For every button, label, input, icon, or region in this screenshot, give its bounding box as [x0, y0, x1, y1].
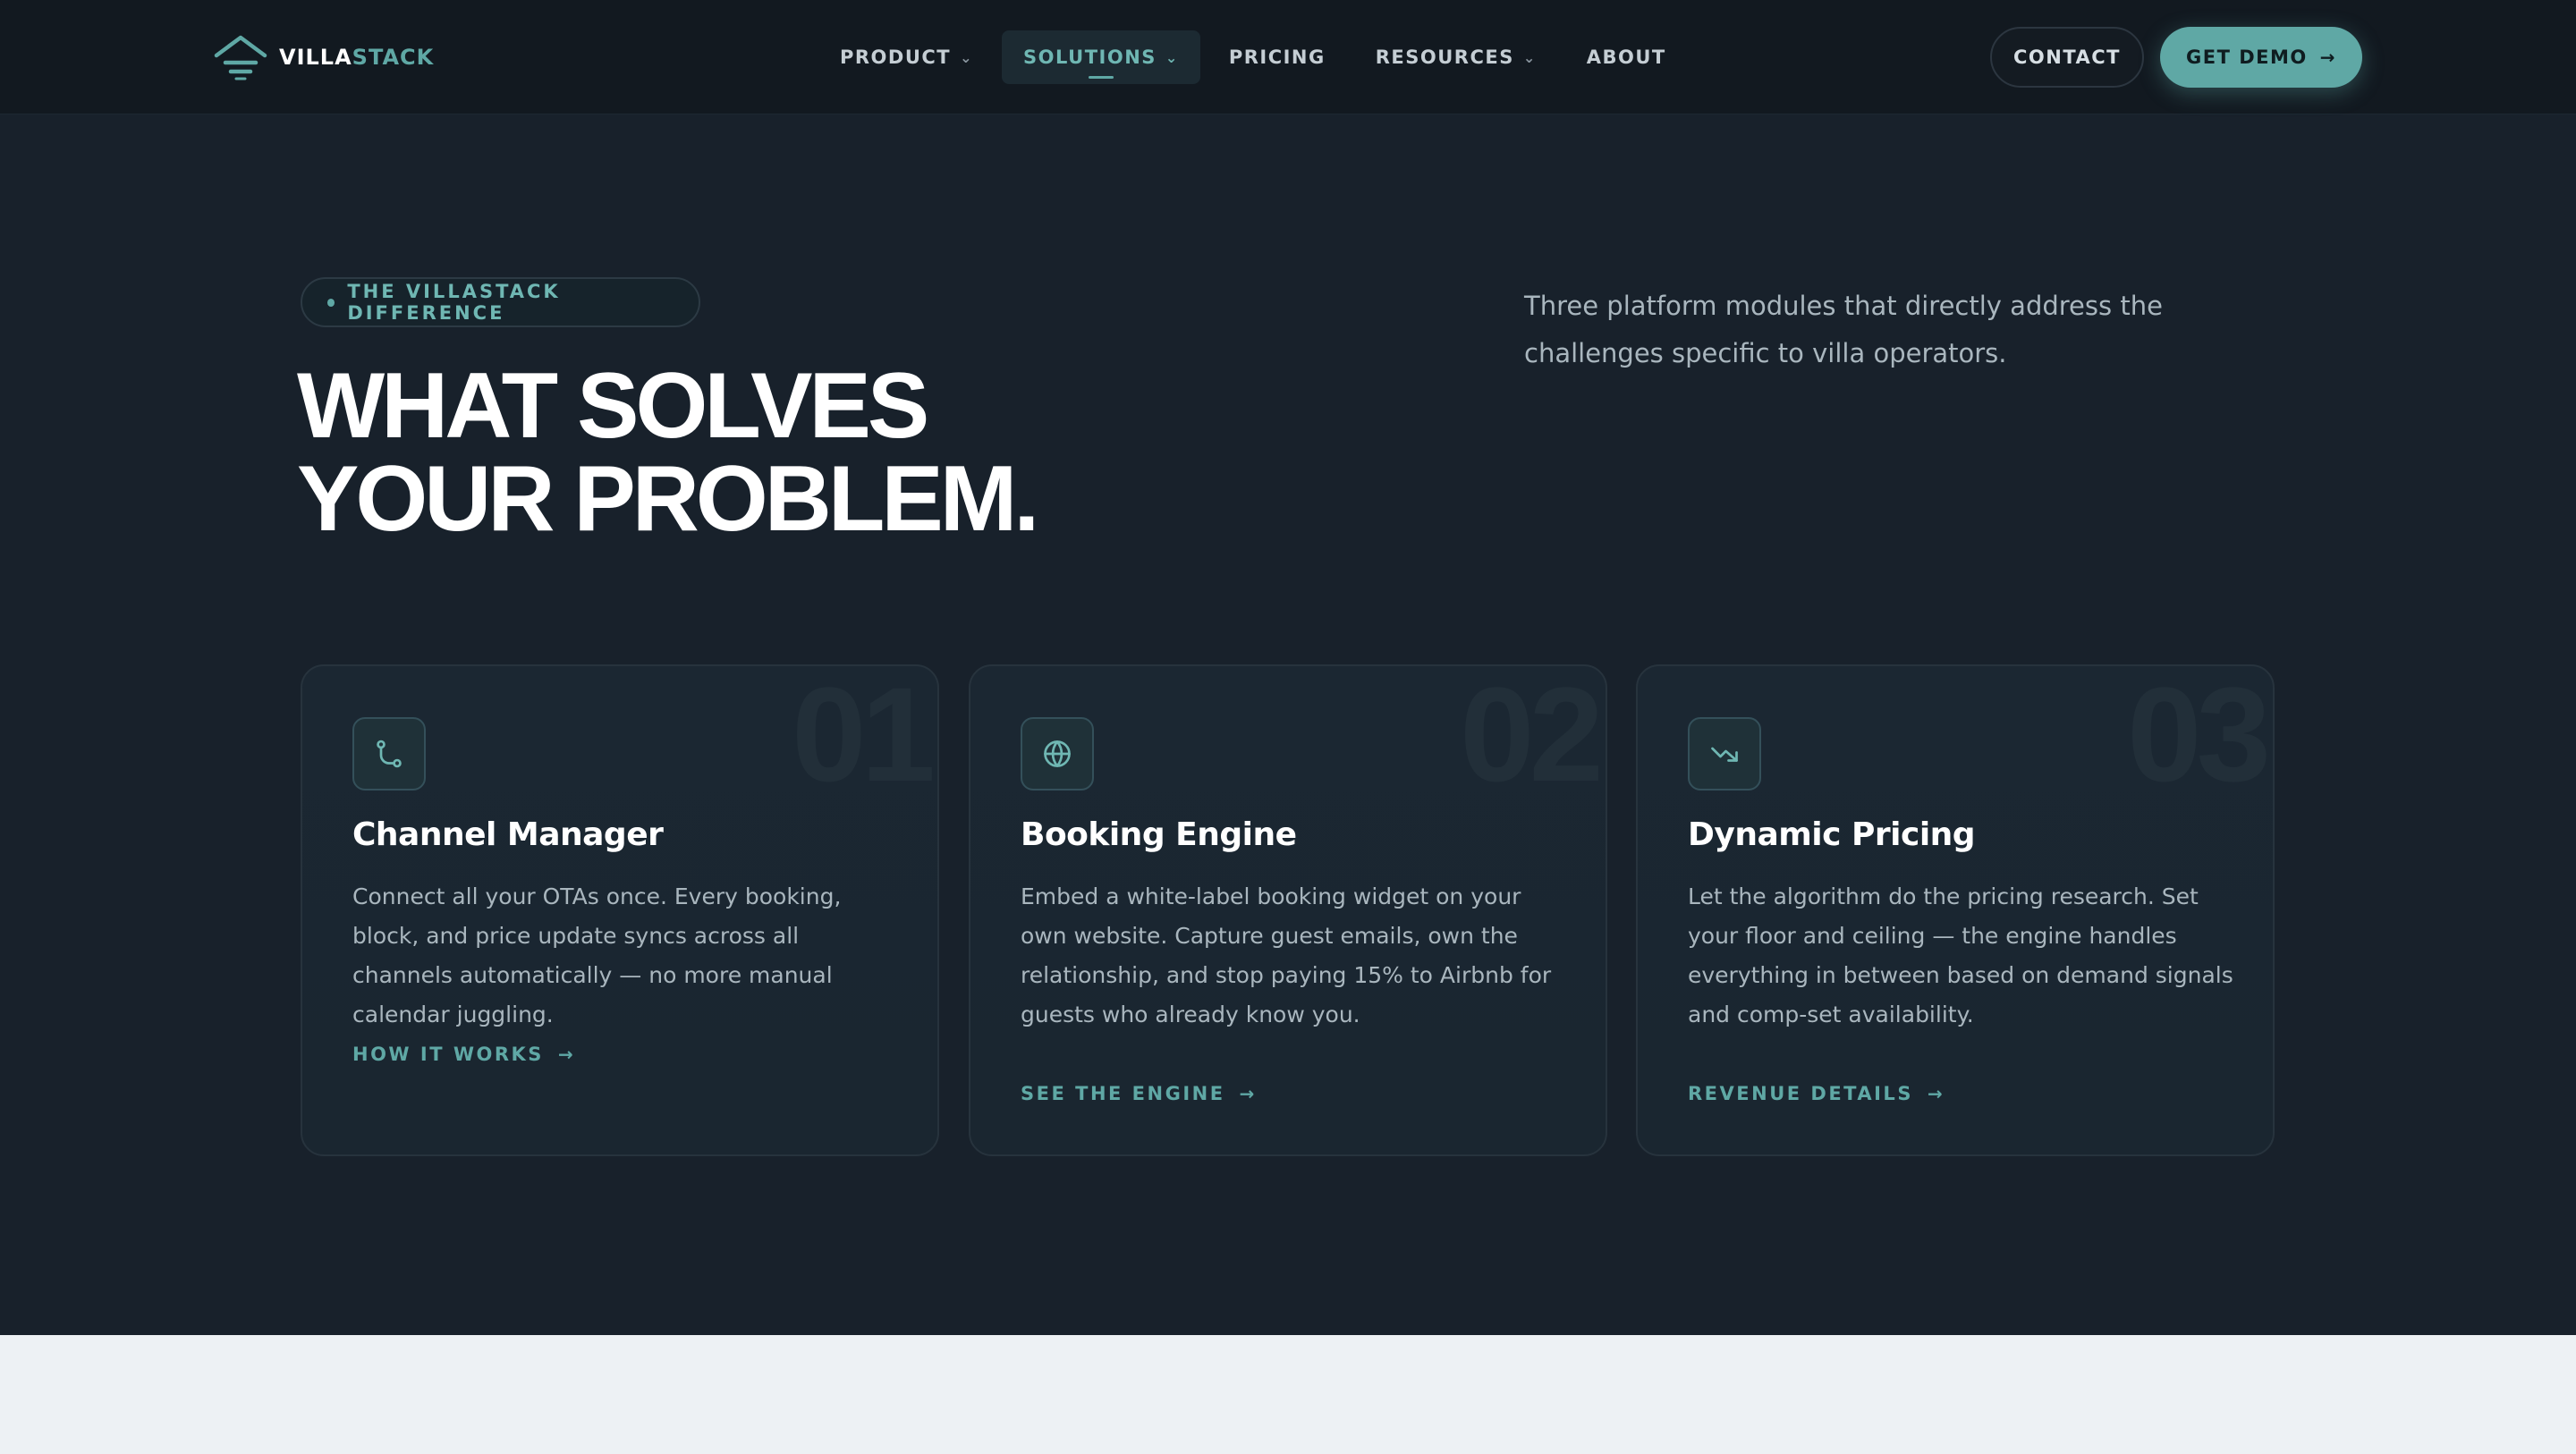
nav-item-label: PRICING [1228, 46, 1326, 68]
card-description: Embed a white-label booking widget on yo… [1021, 883, 1552, 1027]
intro-text: Three platform modules that directly add… [1524, 291, 2163, 368]
card-icon-box [352, 717, 426, 790]
brand-name-part1: VILLA [279, 45, 352, 70]
card-number: 03 [2127, 664, 2271, 809]
house-logo-icon [214, 35, 267, 80]
globe-icon [1044, 740, 1071, 767]
feature-card-booking-engine: 02 Booking Engine Embed a white-label bo… [969, 664, 1607, 1156]
brand-logo[interactable]: VILLASTACK [213, 34, 434, 80]
trending-down-icon [1711, 747, 1738, 762]
card-link-label: SEE THE ENGINE [1021, 1083, 1225, 1104]
revenue-details-link[interactable]: REVENUE DETAILS → [1688, 1083, 1945, 1104]
nav-item-label: PRODUCT [840, 46, 952, 68]
next-section [0, 1335, 2576, 1454]
active-indicator [1088, 76, 1114, 79]
get-demo-label: GET DEMO [2185, 46, 2308, 68]
feature-card-dynamic-pricing: 03 Dynamic Pricing Let the algorithm do … [1636, 664, 2275, 1156]
page: VILLASTACK PRODUCT ⌄ SOLUTIONS ⌄ PRICING… [0, 0, 2576, 1454]
eyebrow-text: THE VILLASTACK DIFFERENCE [347, 281, 561, 324]
card-link-label: HOW IT WORKS [352, 1044, 544, 1065]
brand-name-part2: STACK [352, 45, 435, 70]
chevron-down-icon: ⌄ [1522, 48, 1537, 66]
card-description: Connect all your OTAs once. Every bookin… [352, 883, 842, 1027]
nav-item-pricing[interactable]: PRICING [1208, 30, 1347, 84]
card-title: Booking Engine [1021, 816, 1297, 853]
arrow-right-icon: → [557, 1044, 576, 1065]
card-link-label: REVENUE DETAILS [1688, 1083, 1913, 1104]
card-icon-box [1021, 717, 1094, 790]
card-title: Dynamic Pricing [1688, 816, 1976, 853]
get-demo-button[interactable]: GET DEMO → [2160, 27, 2362, 88]
how-it-works-link[interactable]: HOW IT WORKS → [352, 1044, 575, 1065]
arrow-right-icon: → [1927, 1083, 1945, 1104]
contact-button[interactable]: CONTACT [1990, 27, 2144, 88]
eyebrow-badge: THE VILLASTACK DIFFERENCE [301, 277, 700, 327]
arrow-right-icon: → [2319, 46, 2336, 68]
nav-item-product[interactable]: PRODUCT ⌄ [818, 30, 995, 84]
dot-icon [327, 298, 335, 307]
brand-name: VILLASTACK [279, 45, 434, 70]
card-icon-box [1688, 717, 1761, 790]
headline-line-2: YOUR PROBLEM. [297, 447, 1039, 551]
feature-card-channel-manager: 01 Channel Manager Connect all your OTAs… [301, 664, 939, 1156]
nav-item-about[interactable]: ABOUT [1565, 30, 1688, 84]
card-number: 01 [792, 664, 936, 809]
card-title: Channel Manager [352, 816, 664, 853]
nav-item-label: RESOURCES [1375, 46, 1514, 68]
see-the-engine-link[interactable]: SEE THE ENGINE → [1021, 1083, 1257, 1104]
headline-line-1: WHAT SOLVES [297, 354, 929, 458]
main-menu: PRODUCT ⌄ SOLUTIONS ⌄ PRICING RESOURCES … [818, 30, 1695, 84]
card-number: 02 [1460, 664, 1604, 809]
route-icon [377, 740, 402, 768]
nav-item-label: ABOUT [1586, 46, 1666, 68]
chevron-down-icon: ⌄ [960, 48, 974, 66]
card-description: Let the algorithm do the pricing researc… [1688, 883, 2233, 1027]
page-title: WHAT SOLVES YOUR PROBLEM. [297, 359, 1102, 545]
chevron-down-icon: ⌄ [1165, 48, 1179, 66]
arrow-right-icon: → [1239, 1083, 1257, 1104]
nav-item-solutions[interactable]: SOLUTIONS ⌄ [1002, 30, 1200, 84]
nav-item-label: SOLUTIONS [1023, 46, 1157, 68]
nav-item-resources[interactable]: RESOURCES ⌄ [1354, 30, 1558, 84]
top-nav: VILLASTACK PRODUCT ⌄ SOLUTIONS ⌄ PRICING… [0, 0, 2576, 114]
